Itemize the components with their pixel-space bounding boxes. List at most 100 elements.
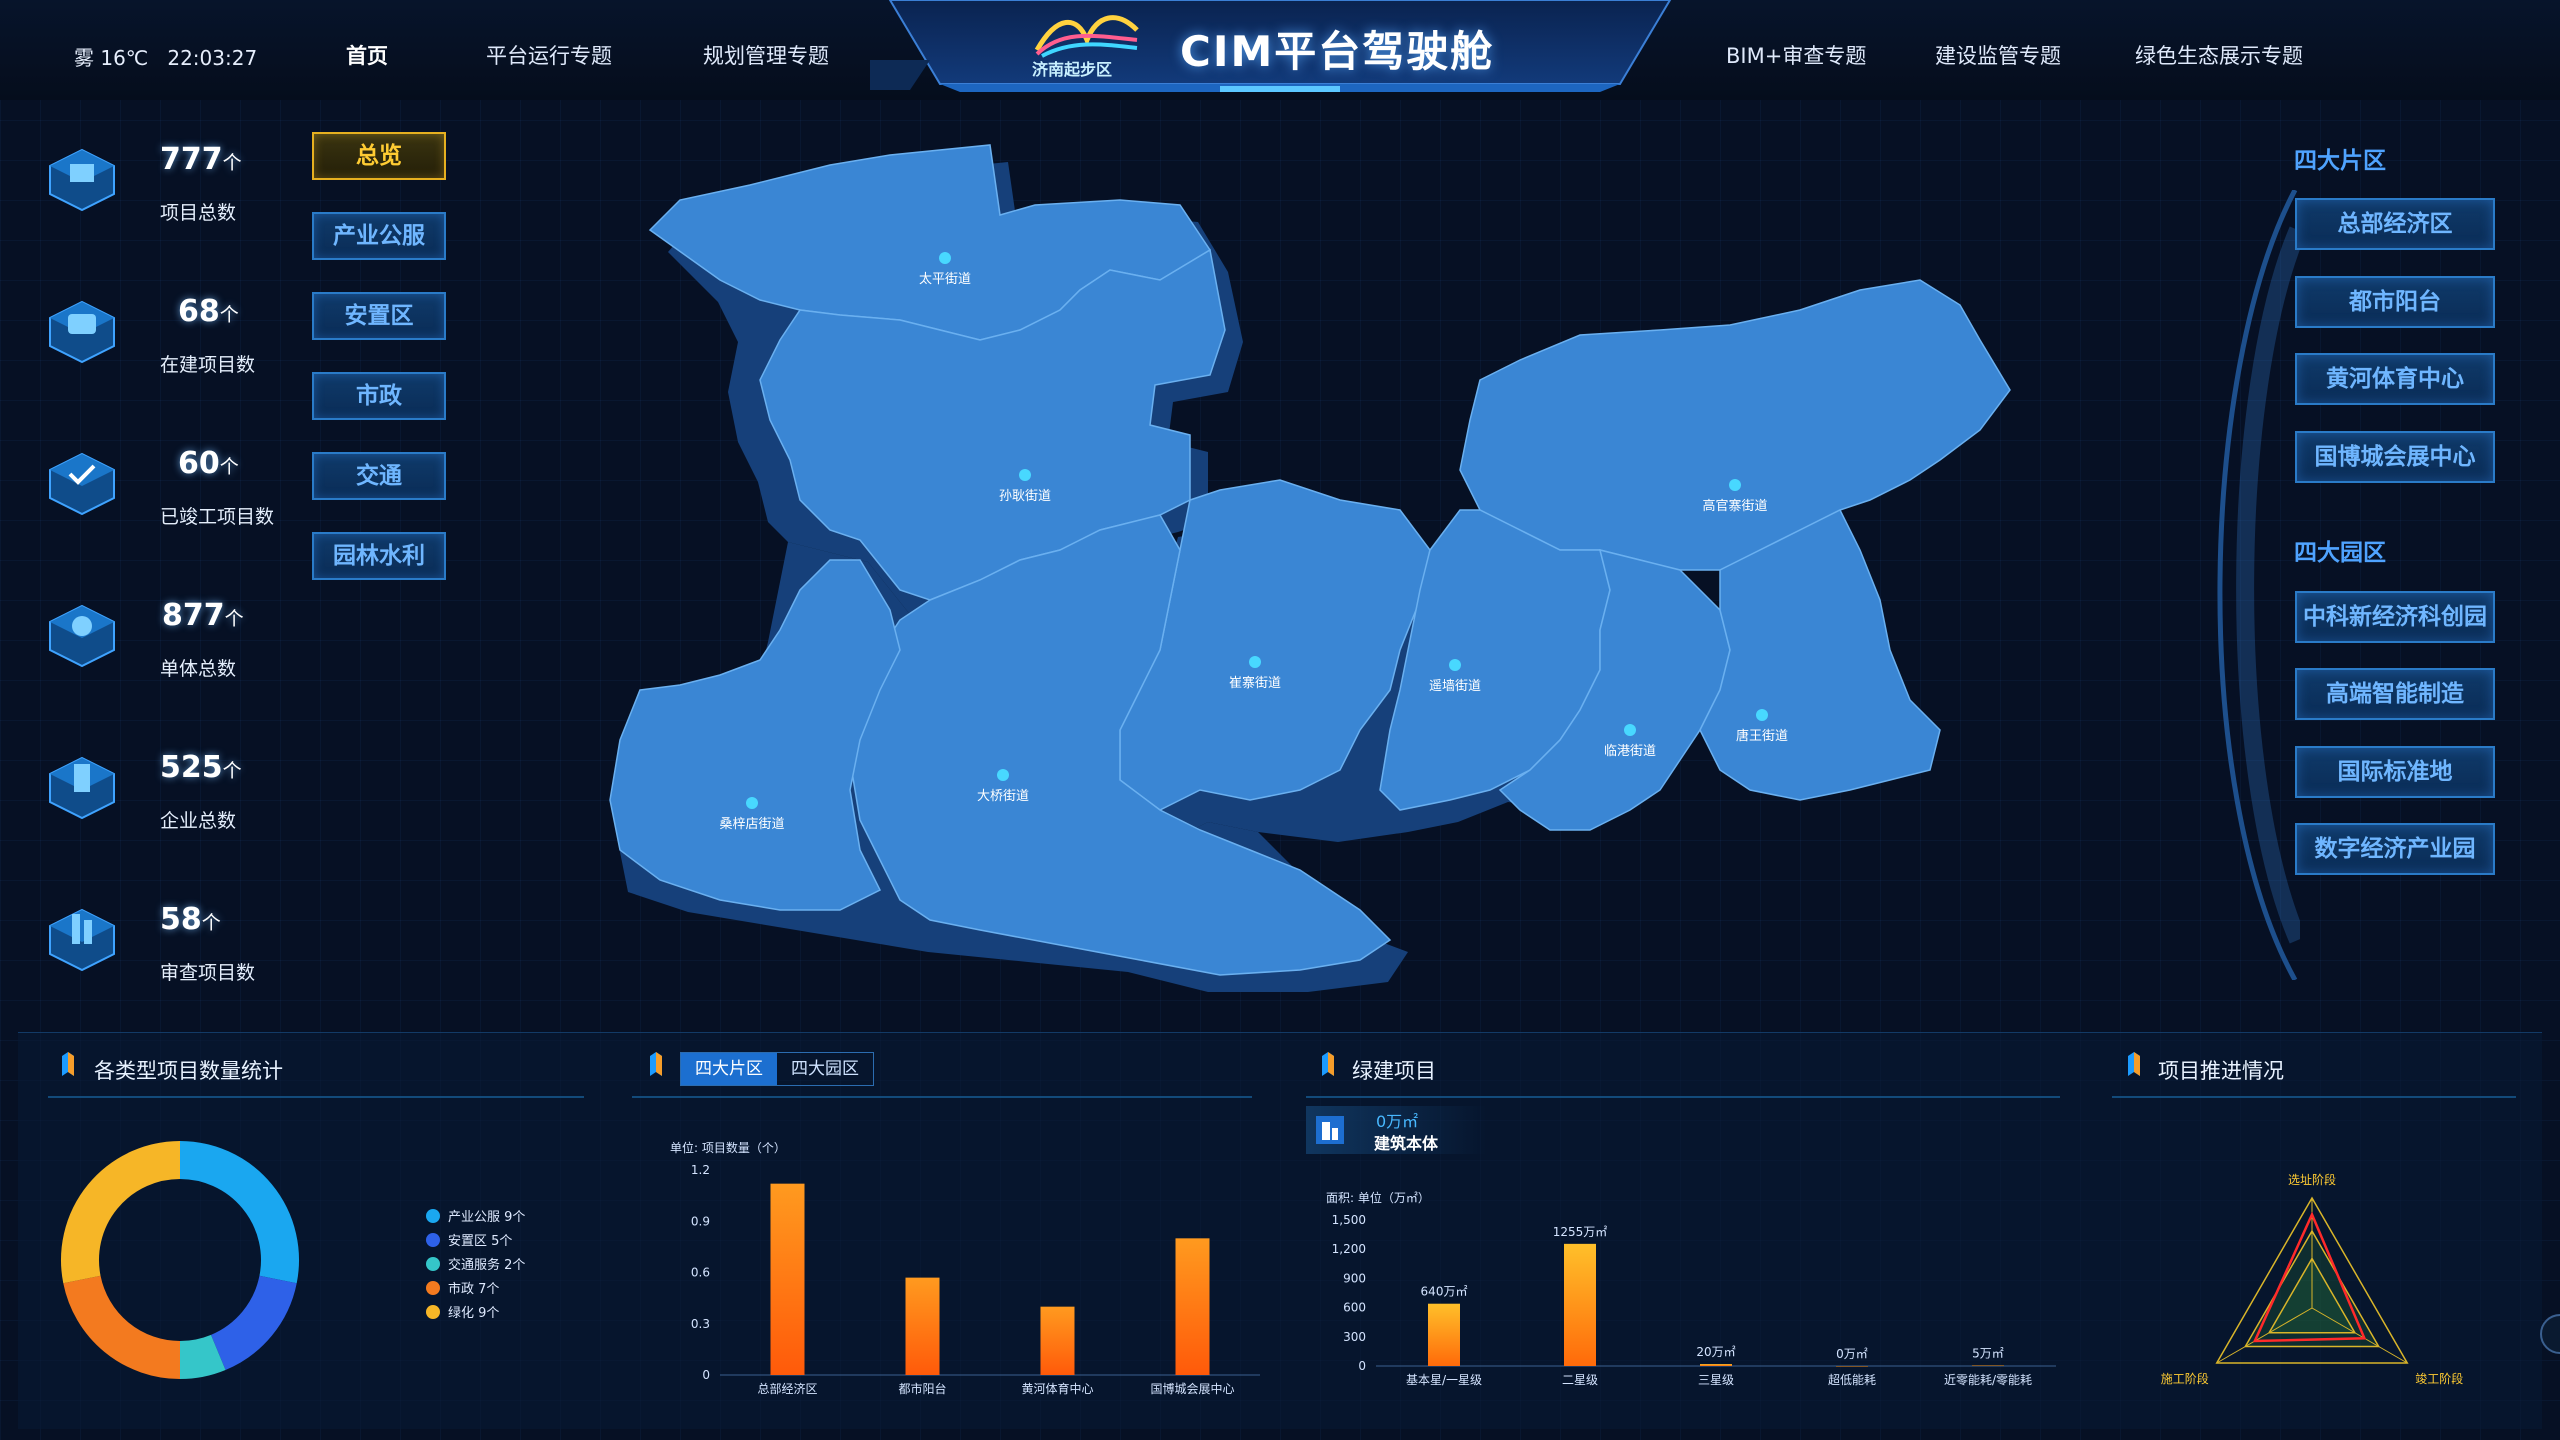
- nav-bim-review[interactable]: BIM+审查专题: [1726, 40, 1866, 70]
- region-gaoguanzhai[interactable]: [1459, 279, 2011, 571]
- legend-item: 绿化 9个: [426, 1302, 499, 1321]
- nav-platform-operation[interactable]: 平台运行专题: [486, 40, 612, 70]
- zone-yellow-river-sports[interactable]: 黄河体育中心: [2295, 353, 2495, 405]
- projects-icon: [49, 148, 115, 212]
- x-tick-label: 国博城会展中心: [1150, 1381, 1234, 1396]
- logo-icon: [1034, 15, 1139, 58]
- filter-industry-public[interactable]: 产业公服: [312, 212, 446, 260]
- green-building-badge: 0万㎡ 建筑本体: [1306, 1106, 1486, 1154]
- bar: [1836, 1366, 1868, 1367]
- panel-marker-icon: [62, 1052, 74, 1076]
- park-zhongke[interactable]: 中科新经济科创园: [2295, 591, 2495, 643]
- legend-item: 交通服务 2个: [426, 1254, 525, 1273]
- legend-item: 安置区 5个: [426, 1230, 512, 1249]
- region-sangzidian[interactable]: [609, 559, 901, 911]
- stat-label-enterprises: 企业总数: [160, 810, 237, 832]
- panel-marker-icon: [1322, 1052, 1334, 1076]
- buildings-icon: [49, 604, 115, 668]
- y-tick-label: 900: [1343, 1271, 1366, 1285]
- map-label-sungeng: 孙耿街道: [999, 489, 1051, 504]
- stat-value-under-construction: 68个: [178, 294, 239, 329]
- legend-item: 产业公服 9个: [426, 1206, 525, 1225]
- panel-marker-icon: [650, 1052, 662, 1076]
- legend-label: 市政 7个: [448, 1282, 500, 1297]
- y-tick-label: 1.2: [691, 1163, 710, 1177]
- nav-planning-management[interactable]: 规划管理专题: [703, 40, 829, 70]
- stat-value-completed: 60个: [178, 446, 239, 481]
- map-label-cuizhai: 崔寨街道: [1229, 675, 1281, 691]
- donut-slice: [179, 1141, 299, 1284]
- radar-axis-label: 施工阶段: [2161, 1371, 2209, 1386]
- zone-tabs: 四大片区 四大园区: [680, 1052, 874, 1086]
- zone-bar-chart: 单位: 项目数量（个） 0 0.3 0.6 0.9 1.2 总部经济区 都市阳台 黄河体育中心 国…: [670, 1140, 1260, 1396]
- nav-green-ecology[interactable]: 绿色生态展示专题: [2135, 40, 2303, 70]
- enterprise-icon: [49, 756, 115, 820]
- completed-icon: [49, 452, 115, 516]
- panel-title-project-types: 各类型项目数量统计: [94, 1059, 283, 1083]
- panel-divider: [1306, 1096, 2060, 1098]
- map-label-yaoqiang: 遥墙街道: [1429, 679, 1481, 694]
- nav-home[interactable]: 首页: [346, 40, 388, 70]
- data-label: 640万㎡: [1421, 1285, 1468, 1299]
- data-label: 0万㎡: [1836, 1347, 1868, 1361]
- panel-title-green-building: 绿建项目: [1352, 1059, 1436, 1083]
- x-tick-label: 超低能耗: [1828, 1372, 1876, 1387]
- map-label-taiping: 太平街道: [919, 272, 971, 287]
- stat-label-review: 审查项目数: [160, 962, 256, 984]
- filter-traffic[interactable]: 交通: [312, 452, 446, 500]
- legend-label: 绿化 9个: [448, 1306, 500, 1321]
- radar-axis-label: 选址阶段: [2288, 1172, 2336, 1187]
- legend-label: 交通服务 2个: [448, 1258, 526, 1273]
- park-intelligent-manufacturing[interactable]: 高端智能制造: [2295, 668, 2495, 720]
- stat-label-units: 单体总数: [160, 658, 237, 680]
- panel-divider: [632, 1096, 1252, 1098]
- filter-municipal[interactable]: 市政: [312, 372, 446, 420]
- stat-value-review: 58个: [160, 902, 221, 937]
- y-tick-label: 0.6: [691, 1266, 710, 1280]
- y-tick-label: 0: [702, 1368, 710, 1382]
- district-map[interactable]: 太平街道 孙耿街道 高官寨街道 崔寨街道 遥墙街道 唐王街道 临港街道 大桥街道…: [600, 130, 2060, 1010]
- stat-label-projects: 项目总数: [160, 202, 237, 224]
- y-tick-label: 600: [1343, 1301, 1366, 1315]
- building-icon: [1316, 1116, 1344, 1144]
- stat-value-enterprises: 525个: [160, 750, 242, 785]
- bar: [1972, 1365, 2004, 1367]
- zone-hq-economy[interactable]: 总部经济区: [2295, 198, 2495, 250]
- zone-expo-center[interactable]: 国博城会展中心: [2295, 431, 2495, 483]
- bar: [1428, 1303, 1460, 1366]
- bar: [1040, 1306, 1075, 1375]
- legend-dot: [426, 1304, 440, 1319]
- map-label-lingang: 临港街道: [1604, 744, 1656, 759]
- green-bar-chart: 面积: 单位（万㎡） 0 300 600 900 1,200 1,500 基本星/一星级 640…: [1326, 1190, 2056, 1387]
- legend-label: 安置区 5个: [448, 1234, 513, 1249]
- bar: [770, 1183, 805, 1375]
- stat-label-completed: 已竣工项目数: [160, 506, 275, 528]
- filter-resettlement[interactable]: 安置区: [312, 292, 446, 340]
- y-axis-label: 单位: 项目数量（个）: [670, 1140, 786, 1155]
- park-international-standard[interactable]: 国际标准地: [2295, 746, 2495, 798]
- x-tick-label: 基本星/一星级: [1406, 1373, 1482, 1387]
- bar: [1564, 1243, 1596, 1366]
- zone-urban-balcony[interactable]: 都市阳台: [2295, 276, 2495, 328]
- bar: [1175, 1238, 1210, 1375]
- progress-radar-chart: 选址阶段竣工阶段 施工阶段: [2161, 1172, 2464, 1386]
- filter-garden-water[interactable]: 园林水利: [312, 532, 446, 580]
- x-tick-label: 总部经济区: [757, 1381, 817, 1396]
- filter-overview[interactable]: 总览: [312, 132, 446, 180]
- legend-dot: [426, 1208, 440, 1223]
- park-digital-economy[interactable]: 数字经济产业园: [2295, 823, 2495, 875]
- stat-label-under-construction: 在建项目数: [160, 354, 256, 376]
- tab-four-zones[interactable]: 四大片区: [681, 1053, 777, 1085]
- header-left-accent: [870, 60, 930, 90]
- legend-dot: [426, 1256, 440, 1271]
- y-tick-label: 0: [1358, 1359, 1366, 1373]
- logo-label: 济南起步区: [1032, 60, 1113, 79]
- green-building-value: 0万㎡: [1376, 1112, 1419, 1131]
- nav-construction-supervision[interactable]: 建设监管专题: [1935, 40, 2061, 70]
- y-tick-label: 1,200: [1332, 1242, 1366, 1256]
- x-tick-label: 黄河体育中心: [1021, 1381, 1093, 1396]
- data-label: 5万㎡: [1972, 1347, 2004, 1361]
- weather-time: 雾 16℃ 22:03:27: [74, 42, 257, 71]
- tab-four-parks[interactable]: 四大园区: [777, 1053, 873, 1085]
- map-label-tangwang: 唐王街道: [1736, 728, 1788, 744]
